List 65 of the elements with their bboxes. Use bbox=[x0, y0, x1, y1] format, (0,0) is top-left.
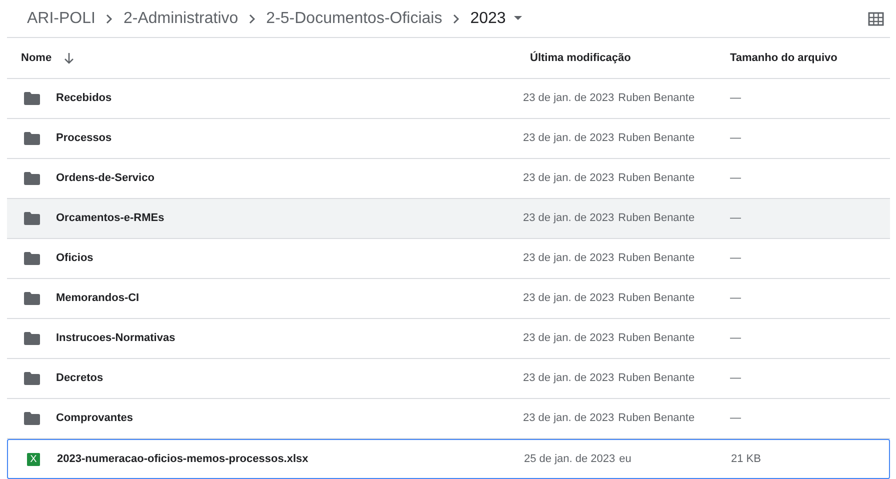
sort-down-arrow-icon[interactable] bbox=[64, 52, 74, 64]
modified-date: 23 de jan. de 2023 bbox=[523, 291, 614, 306]
file-size: — bbox=[730, 132, 741, 144]
file-row[interactable]: Orcamentos-e-RMEs 23 de jan. de 2023 Ruben Benante — bbox=[7, 199, 890, 239]
spreadsheet-icon: X bbox=[27, 452, 40, 466]
folder-icon bbox=[24, 92, 40, 105]
current-folder-button[interactable]: 2023 bbox=[470, 6, 522, 30]
file-size: — bbox=[730, 412, 741, 424]
owner-name: Ruben Benante bbox=[618, 91, 695, 106]
column-header[interactable]: Tamanho do arquivo bbox=[730, 50, 838, 66]
owner-name: Ruben Benante bbox=[618, 291, 695, 306]
breadcrumb-link[interactable]: ARI-POLI bbox=[27, 6, 96, 30]
owner-name: Ruben Benante bbox=[618, 411, 695, 426]
chevron-right-icon bbox=[451, 12, 462, 24]
file-size: — bbox=[730, 372, 741, 384]
owner-name: Ruben Benante bbox=[618, 131, 695, 146]
file-name: Recebidos bbox=[56, 91, 112, 106]
owner-name: Ruben Benante bbox=[618, 211, 695, 226]
chevron-right-icon bbox=[104, 12, 114, 24]
breadcrumb-link[interactable]: 2-5-Documentos-Oficiais bbox=[266, 6, 442, 30]
file-name: Decretos bbox=[56, 371, 104, 386]
folder-icon bbox=[24, 372, 40, 385]
modified-date: 23 de jan. de 2023 bbox=[523, 331, 614, 346]
grid-view-icon[interactable] bbox=[868, 12, 884, 26]
file-row[interactable]: X 2023-numeracao-oficios-memos-processos.xlsx 25 de jan. de 2023 eu 21 KB bbox=[7, 439, 890, 479]
column-header[interactable]: Última modificação bbox=[530, 50, 631, 66]
file-size: — bbox=[730, 172, 741, 184]
modified-date: 23 de jan. de 2023 bbox=[523, 251, 614, 266]
file-size: 21 KB bbox=[731, 452, 761, 465]
breadcrumb-link[interactable]: 2-Administrativo bbox=[123, 6, 238, 30]
folder-icon bbox=[24, 252, 40, 265]
folder-icon bbox=[24, 212, 40, 225]
owner-name: Ruben Benante bbox=[618, 331, 695, 346]
modified-date: 25 de jan. de 2023 bbox=[524, 452, 616, 467]
chevron-right-icon bbox=[247, 12, 258, 24]
column-header[interactable]: Nome bbox=[21, 50, 52, 66]
modified-date: 23 de jan. de 2023 bbox=[523, 211, 614, 226]
folder-icon bbox=[24, 332, 40, 345]
file-size: — bbox=[730, 212, 741, 224]
modified-date: 23 de jan. de 2023 bbox=[523, 171, 614, 186]
modified-date: 23 de jan. de 2023 bbox=[523, 371, 614, 386]
file-name: Memorandos-CI bbox=[56, 291, 140, 306]
file-name: Orcamentos-e-RMEs bbox=[56, 211, 164, 226]
folder-icon bbox=[24, 132, 40, 145]
folder-icon bbox=[24, 172, 40, 185]
owner-name: Ruben Benante bbox=[618, 251, 695, 266]
file-name: Oficios bbox=[56, 251, 94, 266]
file-size: — bbox=[730, 252, 741, 264]
folder-icon bbox=[24, 292, 40, 305]
modified-date: 23 de jan. de 2023 bbox=[523, 411, 614, 426]
folder-icon bbox=[24, 412, 40, 425]
file-name: 2023-numeracao-oficios-memos-processos.xlsx bbox=[57, 452, 308, 467]
file-name: Processos bbox=[56, 131, 112, 146]
owner-name: Ruben Benante bbox=[618, 171, 695, 186]
file-size: — bbox=[730, 92, 741, 104]
modified-date: 23 de jan. de 2023 bbox=[523, 131, 614, 146]
modified-date: 23 de jan. de 2023 bbox=[523, 91, 614, 106]
file-name: Ordens-de-Servico bbox=[56, 171, 154, 186]
file-name: Comprovantes bbox=[56, 411, 134, 426]
owner-name: Ruben Benante bbox=[618, 371, 695, 386]
owner-name: eu bbox=[619, 452, 632, 467]
dropdown-caret-icon[interactable] bbox=[514, 16, 522, 21]
file-size: — bbox=[730, 332, 741, 344]
file-size: — bbox=[730, 292, 741, 304]
file-name: Instrucoes-Normativas bbox=[56, 331, 176, 346]
